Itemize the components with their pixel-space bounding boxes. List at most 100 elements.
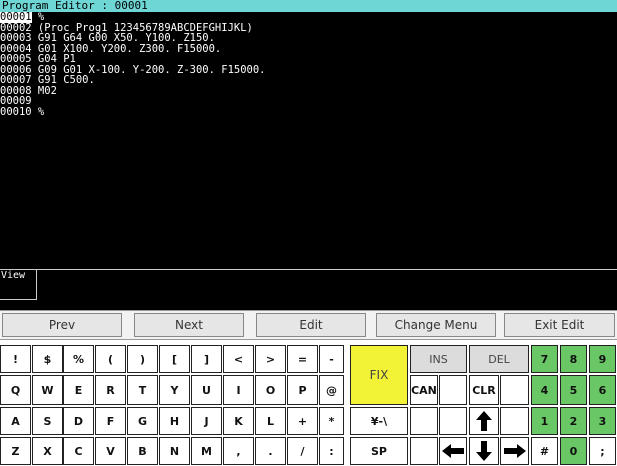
ins-key[interactable]: INS — [410, 345, 467, 373]
blank-key-6[interactable] — [410, 437, 438, 465]
char-key[interactable]: [ — [159, 345, 190, 373]
program-line[interactable]: 00009 — [0, 96, 617, 107]
blank-key-2[interactable] — [500, 375, 529, 405]
numpad-key[interactable]: 1 — [531, 407, 558, 435]
char-key[interactable]: . — [255, 437, 286, 465]
char-key[interactable]: @ — [319, 375, 344, 405]
numpad-key[interactable]: 3 — [589, 407, 616, 435]
char-key[interactable]: J — [191, 407, 222, 435]
char-key[interactable]: F — [95, 407, 126, 435]
yen-key[interactable]: ¥-\ — [350, 407, 408, 435]
char-key[interactable]: U — [191, 375, 222, 405]
line-number: 00003 — [0, 33, 32, 44]
hash-key[interactable]: # — [531, 437, 558, 465]
arrow-down-icon — [476, 441, 492, 461]
program-line[interactable]: 00006 G09 G01 X-100. Y-200. Z-300. F1500… — [0, 65, 617, 76]
can-key[interactable]: CAN — [410, 375, 438, 405]
semicolon-key[interactable]: ; — [589, 437, 616, 465]
char-key[interactable]: ] — [191, 345, 222, 373]
char-key[interactable]: X — [32, 437, 63, 465]
numpad-key[interactable]: 5 — [560, 375, 587, 405]
program-editor-area[interactable]: 00001 % 00002 (Proc Prog1_123456789ABCDEF… — [0, 12, 617, 269]
line-text: % — [31, 12, 45, 23]
char-key[interactable]: N — [159, 437, 190, 465]
blank-key-5[interactable] — [500, 407, 529, 435]
char-key[interactable]: K — [223, 407, 254, 435]
line-number: 00004 — [0, 43, 32, 54]
char-key[interactable]: ) — [127, 345, 158, 373]
char-key[interactable]: Y — [159, 375, 190, 405]
char-key[interactable]: O — [255, 375, 286, 405]
program-line[interactable]: 00010 % — [0, 107, 617, 118]
numpad-key[interactable]: 4 — [531, 375, 558, 405]
char-key[interactable]: C — [63, 437, 94, 465]
char-key[interactable]: S — [32, 407, 63, 435]
next-button[interactable]: Next — [134, 313, 244, 337]
arrow-up-icon — [476, 411, 492, 431]
char-key[interactable]: = — [287, 345, 318, 373]
char-key[interactable]: A — [0, 407, 31, 435]
blank-key-4[interactable] — [439, 407, 467, 435]
numpad-key[interactable]: 9 — [589, 345, 616, 373]
numpad-key[interactable]: 8 — [560, 345, 587, 373]
char-key[interactable]: ! — [0, 345, 31, 373]
char-key[interactable]: - — [319, 345, 344, 373]
char-key[interactable]: * — [319, 407, 344, 435]
char-key[interactable]: T — [127, 375, 158, 405]
program-line[interactable]: 00004 G01 X100. Y200. Z300. F15000. — [0, 44, 617, 55]
program-line[interactable]: 00002 (Proc Prog1_123456789ABCDEFGHIJKL) — [0, 23, 617, 34]
char-key[interactable]: < — [223, 345, 254, 373]
char-key[interactable]: M — [191, 437, 222, 465]
arrow-down-key[interactable] — [469, 437, 499, 465]
soft-keyboard: FIX INS DEL CAN CLR ¥-\ SP # ; ! $%()[] < >… — [0, 340, 617, 466]
blank-key-1[interactable] — [439, 375, 467, 405]
char-key[interactable]: B — [127, 437, 158, 465]
arrow-up-key[interactable] — [469, 407, 499, 435]
numpad-key[interactable]: 7 — [531, 345, 558, 373]
char-key[interactable]: L — [255, 407, 286, 435]
arrow-left-key[interactable] — [439, 437, 467, 465]
char-key[interactable]: W — [32, 375, 63, 405]
line-number: 00001 — [0, 12, 32, 23]
char-key[interactable]: Q — [0, 375, 31, 405]
char-key[interactable]: D — [63, 407, 94, 435]
change-menu-button[interactable]: Change Menu — [376, 313, 496, 337]
char-key[interactable]: Z — [0, 437, 31, 465]
arrow-right-key[interactable] — [500, 437, 529, 465]
program-line[interactable]: 00005 G04 P1 — [0, 54, 617, 65]
line-text: G91 G64 G00 X50. Y100. Z150. — [31, 33, 215, 44]
char-key[interactable]: : — [319, 437, 344, 465]
program-line[interactable]: 00007 G91 C500. — [0, 75, 617, 86]
char-key[interactable]: G — [127, 407, 158, 435]
numpad-key[interactable]: 2 — [560, 407, 587, 435]
char-key[interactable]: R — [95, 375, 126, 405]
line-text: (Proc Prog1_123456789ABCDEFGHIJKL) — [31, 22, 253, 33]
char-key[interactable]: V — [95, 437, 126, 465]
char-key[interactable]: H — [159, 407, 190, 435]
char-key[interactable]: P — [287, 375, 318, 405]
char-key[interactable]: / — [287, 437, 318, 465]
clr-key[interactable]: CLR — [469, 375, 499, 405]
view-panel: View — [0, 269, 617, 310]
prev-button[interactable]: Prev — [2, 313, 122, 337]
numpad-key[interactable]: 0 — [560, 437, 587, 465]
char-key[interactable]: + — [287, 407, 318, 435]
char-key[interactable]: I — [223, 375, 254, 405]
char-key[interactable]: ( — [95, 345, 126, 373]
program-line[interactable]: 00001 % — [0, 12, 617, 23]
char-key[interactable]: % — [63, 345, 94, 373]
edit-button[interactable]: Edit — [256, 313, 366, 337]
char-key[interactable]: E — [63, 375, 94, 405]
char-key[interactable]: > — [255, 345, 286, 373]
fix-key[interactable]: FIX — [350, 345, 408, 405]
line-number: 00005 — [0, 54, 32, 65]
space-key[interactable]: SP — [350, 437, 408, 465]
char-key[interactable]: , — [223, 437, 254, 465]
del-key[interactable]: DEL — [469, 345, 529, 373]
blank-key-3[interactable] — [410, 407, 438, 435]
char-key[interactable]: $ — [32, 345, 63, 373]
exit-edit-button[interactable]: Exit Edit — [504, 313, 615, 337]
program-line[interactable]: 00008 M02 — [0, 86, 617, 97]
program-line[interactable]: 00003 G91 G64 G00 X50. Y100. Z150. — [0, 33, 617, 44]
numpad-key[interactable]: 6 — [589, 375, 616, 405]
